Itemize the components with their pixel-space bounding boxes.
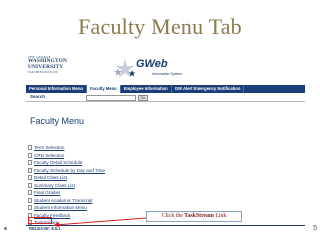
- menu-item-crn-selection[interactable]: CRN Selection: [28, 152, 178, 160]
- app-brand: GWeb: [136, 58, 168, 70]
- app-subtitle: Information System: [152, 72, 183, 76]
- callout-arrow-icon: [53, 217, 147, 227]
- callout-emphasis: TaskStream: [184, 213, 214, 219]
- menu-item-detail-class-list[interactable]: Detail Class List: [28, 174, 178, 182]
- slide-bullet: [4, 227, 7, 230]
- page-icon: [28, 175, 32, 181]
- menu-link[interactable]: CRN Selection: [34, 153, 64, 158]
- stars-icon: [114, 59, 136, 77]
- page-icon: [28, 160, 32, 166]
- app-header: THE GEORGE WASHINGTON UNIVERSITY WASHING…: [26, 52, 305, 84]
- page-icon: [28, 152, 32, 158]
- callout-suffix: Link: [213, 213, 227, 219]
- search-bar: Search Go: [26, 93, 305, 102]
- logo-line-4: WASHINGTON DC: [28, 69, 59, 74]
- search-label: Search: [30, 94, 46, 99]
- menu-item-final-grades[interactable]: Final Grades: [28, 189, 178, 197]
- page-icon: [28, 212, 32, 218]
- tab-gw-alert[interactable]: GW Alert Emergency Notification: [172, 85, 245, 93]
- page-icon: [28, 182, 32, 188]
- menu-item-faculty-detail-schedule[interactable]: Faculty Detail Schedule: [28, 159, 178, 167]
- menu-item-faculty-schedule-by-day[interactable]: Faculty Schedule by Day and Time: [28, 167, 178, 175]
- menu-item-student-academic-transcript[interactable]: Student Academic Transcript: [28, 197, 178, 205]
- tab-employee-information[interactable]: Employee Information: [121, 85, 172, 93]
- go-button[interactable]: Go: [138, 94, 148, 101]
- tab-personal-information[interactable]: Personal Information Menu: [26, 85, 87, 93]
- slide-number: 5: [313, 225, 317, 232]
- gweb-logo: GWeb Information System: [112, 56, 212, 82]
- main-tabs: Personal Information Menu Faculty Menu E…: [26, 85, 305, 93]
- search-input[interactable]: [86, 94, 136, 101]
- menu-link[interactable]: Faculty Schedule by Day and Time: [34, 168, 105, 173]
- menu-link[interactable]: Summary Class List: [34, 183, 75, 188]
- page-icon: [28, 205, 32, 211]
- page-title: Faculty Menu: [30, 116, 85, 126]
- tab-faculty-menu[interactable]: Faculty Menu: [86, 85, 121, 93]
- page-icon: [28, 167, 32, 173]
- page-icon: [28, 190, 32, 196]
- logo-line-3: UNIVERSITY: [28, 63, 64, 70]
- menu-item-summary-class-list[interactable]: Summary Class List: [28, 182, 178, 190]
- page-icon: [28, 145, 32, 151]
- menu-link[interactable]: Faculty Detail Schedule: [34, 160, 82, 165]
- menu-link[interactable]: Student Academic Transcript: [34, 198, 92, 203]
- menu-link[interactable]: Detail Class List: [34, 175, 67, 180]
- menu-link[interactable]: Term Selection: [34, 145, 64, 150]
- callout-prefix: Click the: [161, 213, 185, 219]
- menu-link[interactable]: Final Grades: [34, 190, 60, 195]
- slide-title: Faculty Menu Tab: [78, 14, 242, 39]
- page-icon: [28, 197, 32, 203]
- university-logo[interactable]: THE GEORGE WASHINGTON UNIVERSITY WASHING…: [28, 55, 72, 82]
- menu-link[interactable]: Student Information Menu: [34, 205, 87, 210]
- callout-box: Click the TaskStream Link: [146, 211, 242, 222]
- gweb-screenshot: THE GEORGE WASHINGTON UNIVERSITY WASHING…: [26, 52, 305, 235]
- menu-item-term-selection[interactable]: Term Selection: [28, 144, 178, 152]
